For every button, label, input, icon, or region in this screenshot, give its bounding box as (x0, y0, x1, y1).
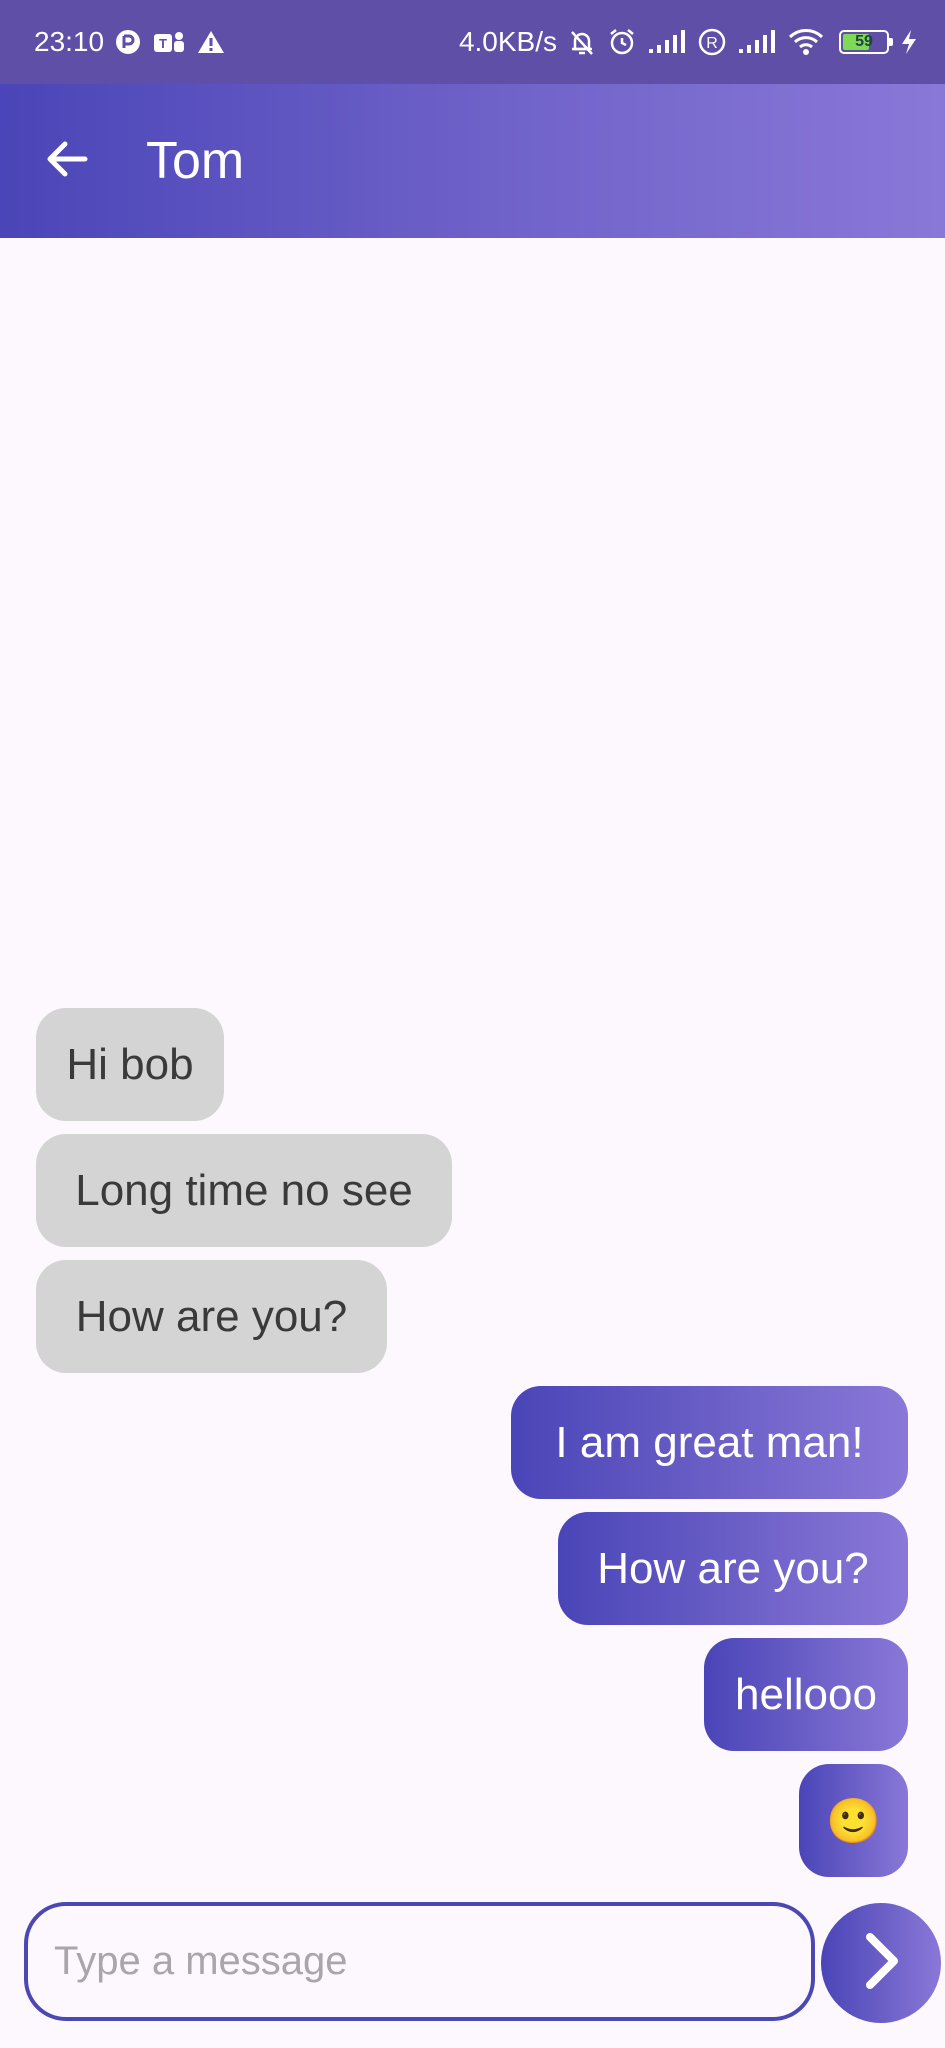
status-bar-right: 4.0KB/s R 59 (459, 26, 919, 58)
wifi-icon (787, 27, 825, 57)
battery-icon: 59 (839, 30, 893, 54)
message-list[interactable]: Hi bob Long time no see How are you? I a… (0, 238, 945, 1878)
message-bubble-outgoing[interactable]: I am great man! (511, 1386, 908, 1499)
message-bubble-outgoing[interactable]: 🙂 (799, 1764, 908, 1877)
notification-dot-icon (114, 28, 142, 56)
chat-title: Tom (146, 132, 245, 190)
message-bubble-incoming[interactable]: How are you? (36, 1260, 387, 1373)
network-speed: 4.0KB/s (458, 26, 557, 57)
message-text: Hi bob (66, 1039, 194, 1089)
message-text: How are you? (75, 1291, 348, 1341)
svg-text:T: T (159, 36, 167, 51)
svg-text:R: R (706, 35, 718, 52)
charging-icon (899, 28, 919, 56)
app-bar: Tom (0, 84, 945, 238)
status-time: 23:10 (34, 26, 105, 57)
message-text: Long time no see (75, 1165, 413, 1215)
teams-icon: T (152, 28, 186, 56)
warning-icon (196, 28, 226, 56)
signal-icon (737, 29, 777, 55)
bell-off-icon (567, 27, 597, 57)
message-bubble-incoming[interactable]: Hi bob (36, 1008, 224, 1121)
message-input[interactable] (52, 1938, 811, 1985)
message-bubble-outgoing[interactable]: hellooo (704, 1638, 908, 1751)
message-bubble-outgoing[interactable]: How are you? (558, 1512, 908, 1625)
message-bubble-incoming[interactable]: Long time no see (36, 1134, 452, 1247)
message-emoji: 🙂 (826, 1796, 881, 1846)
send-button[interactable] (821, 1903, 941, 2023)
message-input-container[interactable] (24, 1902, 815, 2021)
back-button[interactable] (34, 128, 100, 194)
status-bar-left: 23:10 T (34, 26, 226, 58)
chevron-right-icon (856, 1931, 906, 1996)
alarm-icon (607, 27, 637, 57)
message-text: I am great man! (555, 1417, 864, 1467)
message-text: hellooo (735, 1669, 877, 1719)
message-text: How are you? (597, 1543, 869, 1593)
battery-level: 59 (855, 33, 873, 50)
signal-icon (647, 29, 687, 55)
roaming-icon: R (697, 27, 727, 57)
arrow-left-icon (45, 139, 89, 184)
status-bar: 23:10 T 4.0KB/s R 59 (0, 0, 945, 84)
